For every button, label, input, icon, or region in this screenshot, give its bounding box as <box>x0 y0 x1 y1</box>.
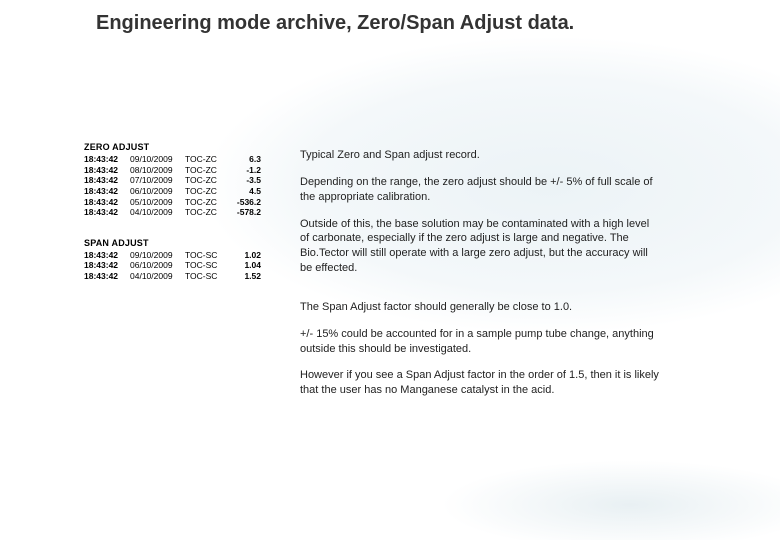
cell-code: TOC-ZC <box>185 197 225 208</box>
cell-date: 04/10/2009 <box>130 207 185 218</box>
cell-code: TOC-SC <box>185 260 225 271</box>
cell-value: -1.2 <box>225 165 265 176</box>
page-title: Engineering mode archive, Zero/Span Adju… <box>96 12 574 35</box>
table-row: 18:43:42 08/10/2009 TOC-ZC -1.2 <box>84 165 265 176</box>
cell-code: TOC-ZC <box>185 207 225 218</box>
cell-date: 09/10/2009 <box>130 250 185 261</box>
cell-value: 6.3 <box>225 154 265 165</box>
cell-value: -578.2 <box>225 207 265 218</box>
cell-time: 18:43:42 <box>84 154 130 165</box>
paragraph: Depending on the range, the zero adjust … <box>300 175 660 205</box>
cell-code: TOC-ZC <box>185 165 225 176</box>
paragraph: The Span Adjust factor should generally … <box>300 300 660 315</box>
table-row: 18:43:42 07/10/2009 TOC-ZC -3.5 <box>84 175 265 186</box>
cell-value: -536.2 <box>225 197 265 208</box>
paragraph: Outside of this, the base solution may b… <box>300 217 660 276</box>
cell-date: 09/10/2009 <box>130 154 185 165</box>
paragraph: However if you see a Span Adjust factor … <box>300 368 660 398</box>
cell-time: 18:43:42 <box>84 165 130 176</box>
table-row: 18:43:42 05/10/2009 TOC-ZC -536.2 <box>84 197 265 208</box>
paragraph: +/- 15% could be accounted for in a samp… <box>300 327 660 357</box>
cell-date: 05/10/2009 <box>130 197 185 208</box>
cell-date: 08/10/2009 <box>130 165 185 176</box>
cell-date: 06/10/2009 <box>130 186 185 197</box>
background-ellipse-small <box>440 460 780 540</box>
span-adjust-table: 18:43:42 09/10/2009 TOC-SC 1.02 18:43:42… <box>84 250 265 282</box>
cell-code: TOC-SC <box>185 271 225 282</box>
cell-time: 18:43:42 <box>84 186 130 197</box>
cell-time: 18:43:42 <box>84 197 130 208</box>
cell-date: 04/10/2009 <box>130 271 185 282</box>
cell-code: TOC-ZC <box>185 154 225 165</box>
zero-adjust-table: 18:43:42 09/10/2009 TOC-ZC 6.3 18:43:42 … <box>84 154 265 218</box>
table-row: 18:43:42 04/10/2009 TOC-ZC -578.2 <box>84 207 265 218</box>
cell-time: 18:43:42 <box>84 250 130 261</box>
cell-value: 4.5 <box>225 186 265 197</box>
paragraph: Typical Zero and Span adjust record. <box>300 148 660 163</box>
cell-code: TOC-ZC <box>185 175 225 186</box>
data-panel: ZERO ADJUST 18:43:42 09/10/2009 TOC-ZC 6… <box>84 142 279 282</box>
cell-value: 1.02 <box>225 250 265 261</box>
zero-adjust-heading: ZERO ADJUST <box>84 142 279 152</box>
cell-time: 18:43:42 <box>84 207 130 218</box>
cell-time: 18:43:42 <box>84 271 130 282</box>
table-row: 18:43:42 04/10/2009 TOC-SC 1.52 <box>84 271 265 282</box>
table-row: 18:43:42 09/10/2009 TOC-ZC 6.3 <box>84 154 265 165</box>
table-row: 18:43:42 09/10/2009 TOC-SC 1.02 <box>84 250 265 261</box>
cell-date: 06/10/2009 <box>130 260 185 271</box>
span-adjust-heading: SPAN ADJUST <box>84 238 279 248</box>
cell-value: 1.04 <box>225 260 265 271</box>
cell-value: -3.5 <box>225 175 265 186</box>
cell-code: TOC-SC <box>185 250 225 261</box>
cell-value: 1.52 <box>225 271 265 282</box>
table-row: 18:43:42 06/10/2009 TOC-ZC 4.5 <box>84 186 265 197</box>
cell-date: 07/10/2009 <box>130 175 185 186</box>
table-row: 18:43:42 06/10/2009 TOC-SC 1.04 <box>84 260 265 271</box>
cell-code: TOC-ZC <box>185 186 225 197</box>
cell-time: 18:43:42 <box>84 175 130 186</box>
cell-time: 18:43:42 <box>84 260 130 271</box>
explanation-text: Typical Zero and Span adjust record. Dep… <box>300 148 660 410</box>
